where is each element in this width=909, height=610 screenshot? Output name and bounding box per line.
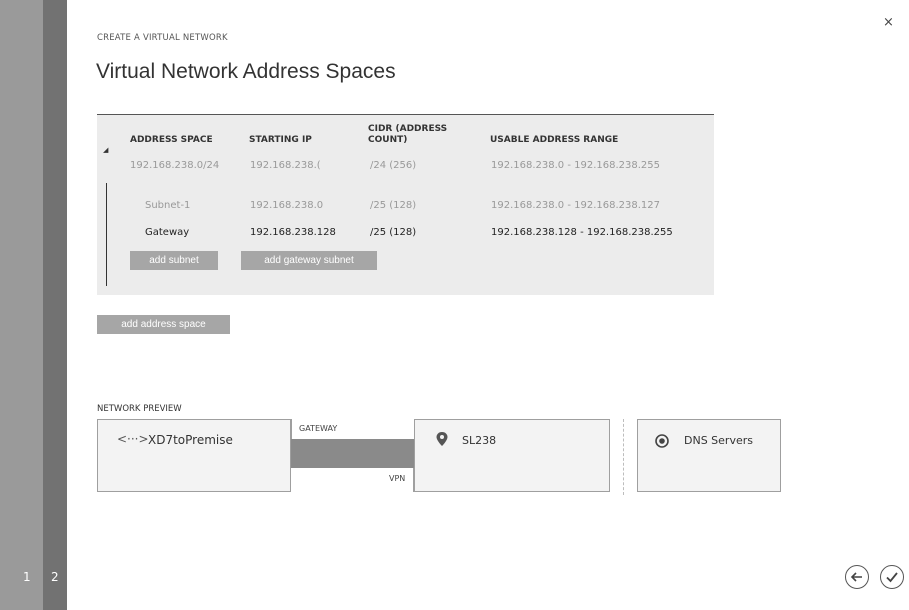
gateway-starting-ip[interactable]: 192.168.238.128 [250, 227, 336, 238]
gateway-subnet-name: Gateway [145, 227, 190, 238]
wizard-step-2[interactable]: 2 [51, 570, 59, 584]
page-title: Virtual Network Address Spaces [96, 60, 396, 83]
gateway-connector [291, 419, 292, 439]
breadcrumb: CREATE A VIRTUAL NETWORK [97, 33, 228, 43]
gateway-range: 192.168.238.128 - 192.168.238.255 [491, 227, 673, 238]
column-header-cidr: CIDR (ADDRESS COUNT) [368, 124, 448, 145]
add-address-space-button[interactable]: add address space [97, 315, 230, 334]
dns-servers-box [637, 419, 781, 492]
finish-button[interactable] [880, 565, 904, 589]
gateway-label: GATEWAY [299, 424, 338, 433]
address-space-range: 192.168.238.0 - 192.168.238.255 [491, 160, 661, 171]
wizard-rail-active [43, 0, 67, 610]
dns-divider [623, 419, 624, 495]
vpn-label: VPN [389, 474, 406, 483]
virtual-network-icon: <···> [117, 432, 149, 446]
virtual-network-name: XD7toPremise [148, 433, 233, 447]
checkmark-icon [886, 572, 898, 583]
back-arrow-icon [850, 572, 862, 582]
virtual-network-box [97, 419, 291, 492]
subnet-range: 192.168.238.0 - 192.168.238.127 [491, 200, 661, 211]
address-space-starting-ip[interactable]: 192.168.238.( [250, 160, 321, 171]
wizard-step-1[interactable]: 1 [23, 570, 31, 584]
add-gateway-subnet-button[interactable]: add gateway subnet [241, 251, 377, 270]
column-header-address-space: ADDRESS SPACE [130, 135, 213, 145]
address-space-cidr[interactable]: /24 (256) [370, 160, 416, 171]
dns-servers-label: DNS Servers [684, 434, 753, 447]
subnet-cidr[interactable]: /25 (128) [370, 200, 416, 211]
collapse-caret-icon[interactable]: ◢ [103, 146, 108, 154]
close-icon[interactable]: × [883, 15, 894, 30]
dns-target-icon [655, 433, 669, 448]
gateway-cidr[interactable]: /25 (128) [370, 227, 416, 238]
vpn-tunnel [291, 439, 414, 468]
local-site-box [414, 419, 610, 492]
wizard-rail [0, 0, 43, 610]
subnet-name[interactable]: Subnet-1 [145, 200, 190, 211]
column-header-starting-ip: STARTING IP [249, 135, 312, 145]
back-button[interactable] [845, 565, 869, 589]
column-header-usable-range: USABLE ADDRESS RANGE [490, 135, 619, 145]
tree-line [106, 183, 107, 286]
subnet-starting-ip[interactable]: 192.168.238.0 [250, 200, 323, 211]
add-subnet-button[interactable]: add subnet [130, 251, 218, 270]
location-pin-icon [435, 431, 449, 447]
local-site-name: SL238 [462, 434, 497, 447]
network-preview-label: NETWORK PREVIEW [97, 404, 182, 414]
address-space-name[interactable]: 192.168.238.0/24 [130, 160, 219, 171]
